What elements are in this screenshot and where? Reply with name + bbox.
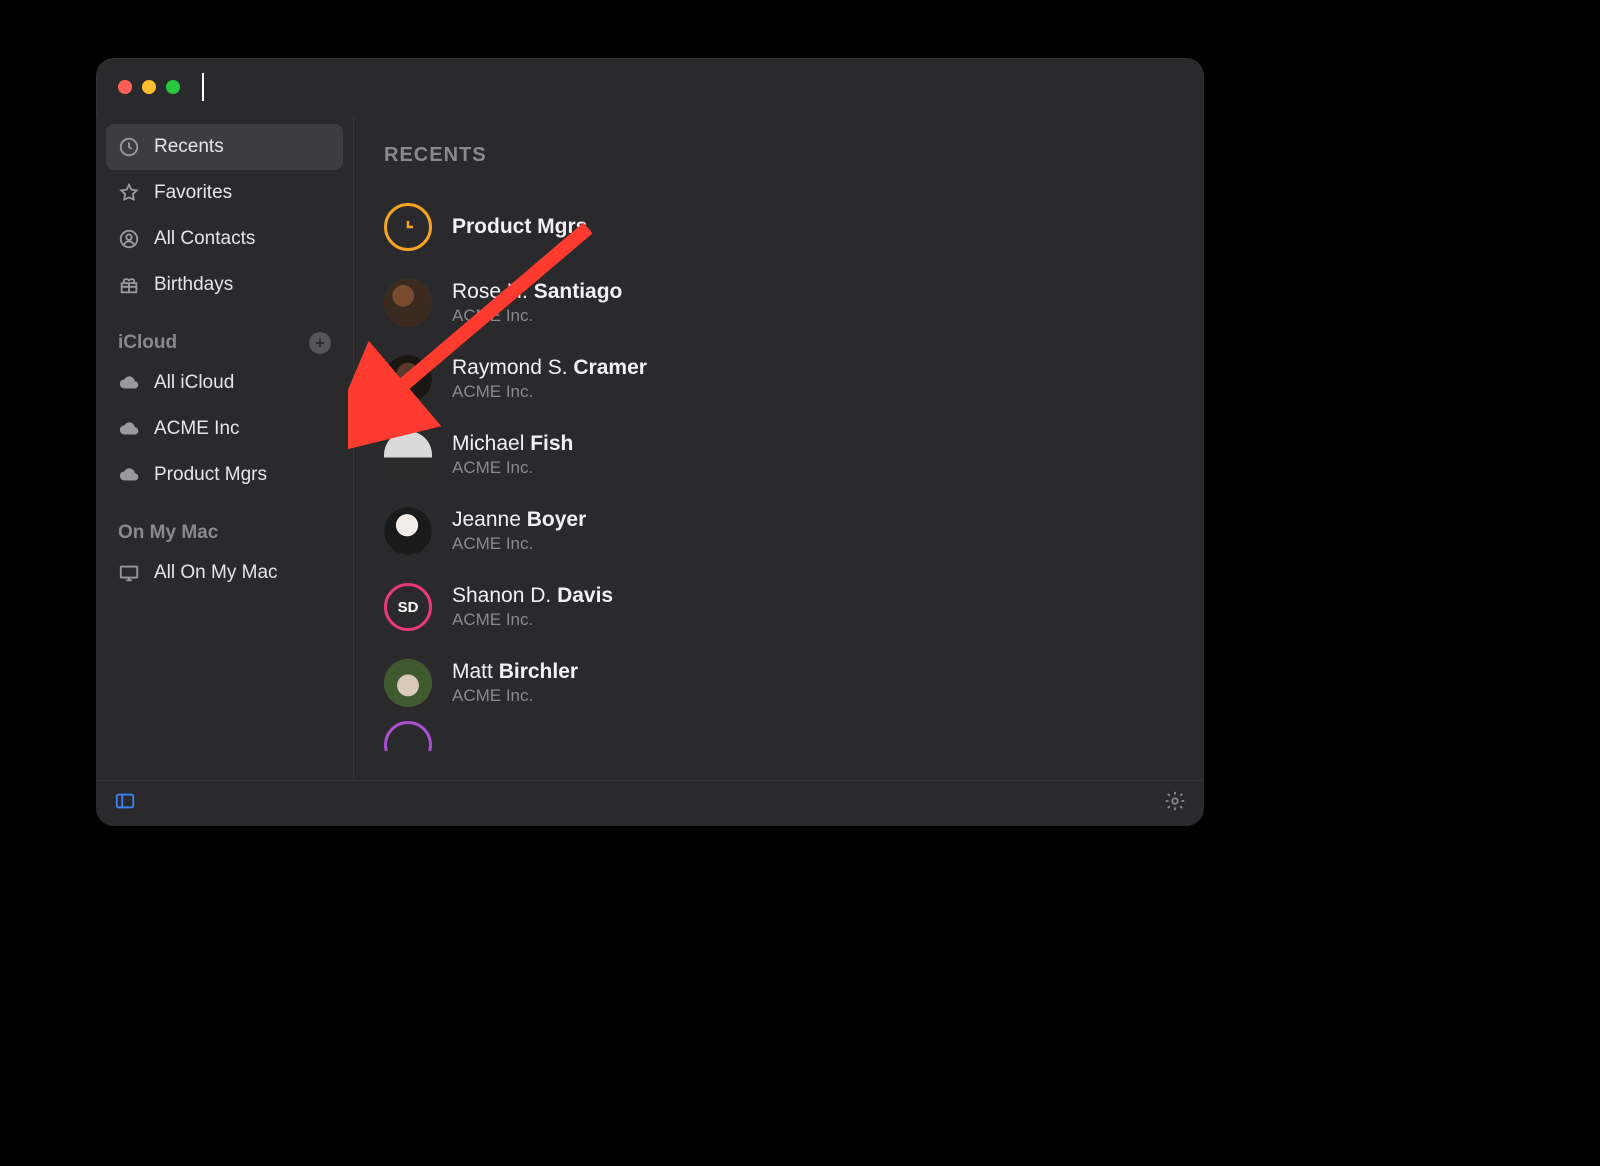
contact-sub: ACME Inc. bbox=[452, 382, 647, 402]
main-content: RECENTS Product Mgrs Rose H. Santiago AC… bbox=[354, 116, 1204, 780]
cloud-icon bbox=[118, 418, 140, 440]
sidebar-item-all-on-my-mac[interactable]: All On My Mac bbox=[106, 550, 343, 596]
avatar bbox=[384, 431, 432, 479]
contact-sub: ACME Inc. bbox=[452, 686, 578, 706]
sidebar: Recents Favorites All Contacts Birthdays bbox=[96, 116, 354, 780]
section-title: On My Mac bbox=[118, 522, 218, 544]
sidebar-item-label: All iCloud bbox=[154, 372, 234, 394]
contact-row[interactable]: Michael Fish ACME Inc. bbox=[384, 417, 1184, 493]
initials-avatar: SD bbox=[384, 583, 432, 631]
contact-text: Matt Birchler ACME Inc. bbox=[452, 660, 578, 706]
contact-text: Product Mgrs bbox=[452, 215, 587, 239]
contact-row-group[interactable]: Product Mgrs bbox=[384, 189, 1184, 265]
sidebar-item-label: All On My Mac bbox=[154, 562, 278, 584]
sidebar-item-all-icloud[interactable]: All iCloud bbox=[106, 360, 343, 406]
contact-name: Shanon D. Davis bbox=[452, 584, 613, 608]
sidebar-item-all-contacts[interactable]: All Contacts bbox=[106, 216, 343, 262]
avatar bbox=[384, 659, 432, 707]
contact-name: Product Mgrs bbox=[452, 215, 587, 239]
contact-sub: ACME Inc. bbox=[452, 458, 573, 478]
contact-text: Jeanne Boyer ACME Inc. bbox=[452, 508, 586, 554]
contact-name: Raymond S. Cramer bbox=[452, 356, 647, 380]
sidebar-item-label: Recents bbox=[154, 136, 224, 158]
gift-icon bbox=[118, 274, 140, 296]
contact-sub: ACME Inc. bbox=[452, 610, 613, 630]
sidebar-item-recents[interactable]: Recents bbox=[106, 124, 343, 170]
list-header: RECENTS bbox=[384, 144, 1184, 167]
footer-toolbar bbox=[96, 780, 1204, 826]
contact-row[interactable]: Rose H. Santiago ACME Inc. bbox=[384, 265, 1184, 341]
clock-avatar-icon bbox=[384, 203, 432, 251]
window-zoom-button[interactable] bbox=[166, 80, 180, 94]
contact-name: Matt Birchler bbox=[452, 660, 578, 684]
sidebar-item-birthdays[interactable]: Birthdays bbox=[106, 262, 343, 308]
clock-icon bbox=[118, 136, 140, 158]
title-cursor bbox=[202, 73, 204, 101]
avatar bbox=[384, 507, 432, 555]
sidebar-item-product-mgrs[interactable]: Product Mgrs bbox=[106, 452, 343, 498]
cloud-icon bbox=[118, 464, 140, 486]
star-icon bbox=[118, 182, 140, 204]
sidebar-section-on-my-mac: On My Mac bbox=[106, 498, 343, 550]
contact-text: Shanon D. Davis ACME Inc. bbox=[452, 584, 613, 630]
contact-text: Raymond S. Cramer ACME Inc. bbox=[452, 356, 647, 402]
sidebar-item-acme-inc[interactable]: ACME Inc bbox=[106, 406, 343, 452]
titlebar bbox=[96, 58, 1204, 116]
sidebar-item-label: ACME Inc bbox=[154, 418, 240, 440]
window-close-button[interactable] bbox=[118, 80, 132, 94]
sidebar-toggle-icon[interactable] bbox=[114, 790, 136, 817]
mac-icon bbox=[118, 562, 140, 584]
contact-row[interactable]: Raymond S. Cramer ACME Inc. bbox=[384, 341, 1184, 417]
sidebar-item-label: Favorites bbox=[154, 182, 232, 204]
avatar bbox=[384, 279, 432, 327]
contact-row-cutoff[interactable] bbox=[384, 721, 1184, 751]
person-icon bbox=[118, 228, 140, 250]
contact-row[interactable]: SD Shanon D. Davis ACME Inc. bbox=[384, 569, 1184, 645]
icloud-add-button[interactable] bbox=[309, 332, 331, 354]
avatar bbox=[384, 721, 432, 751]
sidebar-item-label: Birthdays bbox=[154, 274, 233, 296]
sidebar-item-label: Product Mgrs bbox=[154, 464, 267, 486]
sidebar-item-favorites[interactable]: Favorites bbox=[106, 170, 343, 216]
contact-row[interactable]: Matt Birchler ACME Inc. bbox=[384, 645, 1184, 721]
contact-row[interactable]: Jeanne Boyer ACME Inc. bbox=[384, 493, 1184, 569]
contact-sub: ACME Inc. bbox=[452, 306, 622, 326]
contact-text: Michael Fish ACME Inc. bbox=[452, 432, 573, 478]
gear-icon[interactable] bbox=[1164, 790, 1186, 817]
contact-name: Michael Fish bbox=[452, 432, 573, 456]
app-window: Recents Favorites All Contacts Birthdays bbox=[96, 58, 1204, 826]
contact-text: Rose H. Santiago ACME Inc. bbox=[452, 280, 622, 326]
sidebar-section-icloud: iCloud bbox=[106, 308, 343, 360]
window-body: Recents Favorites All Contacts Birthdays bbox=[96, 116, 1204, 780]
window-minimize-button[interactable] bbox=[142, 80, 156, 94]
section-title: iCloud bbox=[118, 332, 177, 354]
cloud-icon bbox=[118, 372, 140, 394]
contact-name: Jeanne Boyer bbox=[452, 508, 586, 532]
contact-sub: ACME Inc. bbox=[452, 534, 586, 554]
sidebar-item-label: All Contacts bbox=[154, 228, 255, 250]
contact-name: Rose H. Santiago bbox=[452, 280, 622, 304]
avatar bbox=[384, 355, 432, 403]
